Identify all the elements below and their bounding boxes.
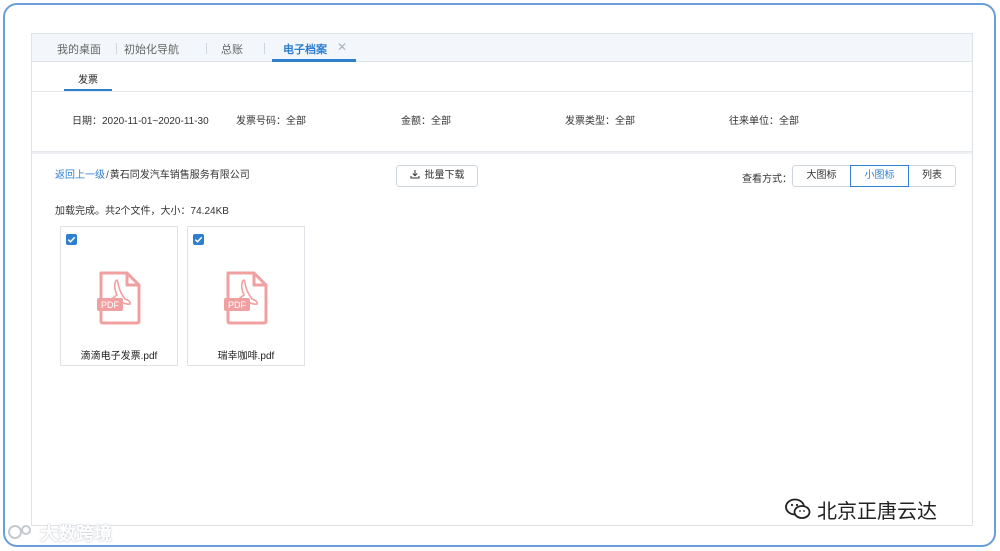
batch-download-label: 批量下载 (424, 170, 465, 181)
filter-invoice-number[interactable]: 发票号码：全部 (236, 112, 306, 127)
view-large-icons-button[interactable]: 大图标 (792, 165, 851, 187)
breadcrumb-back-link[interactable]: 返回上一级 (55, 170, 105, 181)
filter-invoice-type[interactable]: 发票类型：全部 (565, 112, 635, 127)
tab-init-nav[interactable]: 初始化导航 (124, 41, 179, 57)
sub-navigation: 发票 (32, 62, 972, 92)
close-icon[interactable]: ✕ (337, 40, 347, 54)
file-name: 滴滴电子发票.pdf (80, 351, 158, 362)
divider (32, 152, 972, 154)
breadcrumb: 返回上一级/黄石同发汽车销售服务有限公司 (55, 166, 250, 181)
tab-e-archive[interactable]: 电子档案 (283, 41, 327, 57)
filter-counterparty[interactable]: 往来单位：全部 (729, 112, 799, 127)
filter-date[interactable]: 日期：2020-11-01~2020-11-30 (72, 112, 209, 127)
subtab-invoice[interactable]: 发票 (78, 71, 98, 86)
filter-bar: 日期：2020-11-01~2020-11-30 发票号码：全部 金额：全部 发… (32, 92, 972, 152)
download-icon (410, 170, 419, 179)
checkmark-icon (194, 236, 203, 243)
load-status: 加载完成。共2个文件，大小：74.24KB (55, 206, 229, 217)
tab-my-desktop[interactable]: 我的桌面 (57, 41, 101, 57)
batch-download-button[interactable]: 批量下载 (396, 165, 478, 187)
pdf-file-icon: PDF (97, 271, 141, 325)
file-name: 瑞幸咖啡.pdf (217, 351, 275, 362)
tab-divider (206, 43, 207, 54)
active-subtab-indicator (64, 89, 112, 91)
view-mode-label: 查看方式： (742, 174, 792, 185)
screenshot-frame: 我的桌面 初始化导航 总账 电子档案 ✕ 发票 日期：2020-11-01~20… (3, 3, 996, 547)
tab-divider (264, 43, 265, 54)
watermark-logo-icon (8, 525, 31, 539)
watermark-left: 大数跨境 (40, 524, 112, 544)
breadcrumb-separator: / (106, 170, 109, 181)
tab-ledger[interactable]: 总账 (221, 41, 243, 57)
pdf-badge-text: PDF (228, 300, 247, 310)
pdf-badge-text: PDF (101, 300, 120, 310)
checkmark-icon (67, 236, 76, 243)
watermark-right: 北京正唐云达 (817, 501, 937, 523)
file-checkbox[interactable] (193, 234, 204, 245)
app-window: 我的桌面 初始化导航 总账 电子档案 ✕ 发票 日期：2020-11-01~20… (31, 33, 973, 526)
file-card[interactable]: PDF 滴滴电子发票.pdf (60, 226, 178, 366)
wechat-icon (785, 498, 811, 519)
view-list-button[interactable]: 列表 (908, 165, 956, 187)
filter-amount[interactable]: 金额：全部 (401, 112, 451, 127)
file-card[interactable]: PDF 瑞幸咖啡.pdf (187, 226, 305, 366)
tab-divider (116, 43, 117, 54)
tab-bar: 我的桌面 初始化导航 总账 电子档案 ✕ (32, 34, 972, 62)
breadcrumb-current: 黄石同发汽车销售服务有限公司 (109, 170, 250, 181)
view-small-icons-button[interactable]: 小图标 (850, 165, 909, 187)
pdf-file-icon: PDF (224, 271, 268, 325)
file-checkbox[interactable] (66, 234, 77, 245)
